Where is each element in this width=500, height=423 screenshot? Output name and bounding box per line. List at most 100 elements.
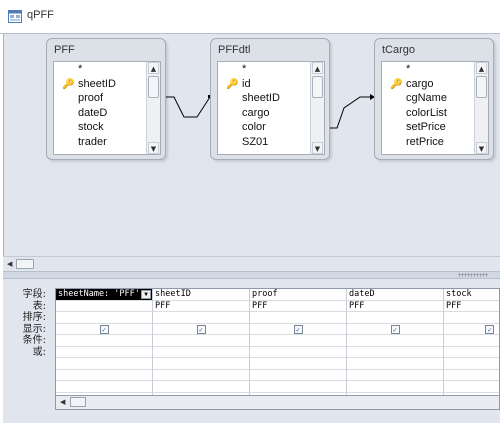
sort-cell[interactable]	[347, 312, 443, 324]
show-cell[interactable]: ✓	[153, 324, 249, 335]
scroll-down-icon[interactable]: ▼	[476, 142, 487, 154]
field-cell[interactable]: sheetName: 'PFF' ▼	[56, 289, 152, 301]
grid-column[interactable]: dateD PFF ✓	[347, 289, 444, 395]
or-cell[interactable]	[153, 347, 249, 358]
table-diagram-pane[interactable]: PFF * 🔑 sheetID proof dateD stock trader …	[3, 34, 500, 256]
field-item[interactable]: *	[218, 62, 324, 77]
scroll-thumb[interactable]	[312, 76, 323, 98]
checkbox-checked-icon[interactable]: ✓	[196, 324, 206, 334]
grid-column[interactable]: sheetName: 'PFF' ▼ ✓	[56, 289, 153, 395]
empty-cell[interactable]	[444, 358, 499, 370]
table-name[interactable]: tCargo	[375, 39, 493, 61]
field-item[interactable]: *	[54, 62, 160, 77]
scroll-left-icon[interactable]: ◀	[7, 259, 16, 269]
criteria-cell[interactable]	[347, 335, 443, 347]
scroll-up-icon[interactable]: ▲	[476, 62, 487, 74]
table-name[interactable]: PFF	[47, 39, 165, 61]
splitter-grip-icon[interactable]	[458, 273, 488, 277]
table-box-tcargo[interactable]: tCargo * 🔑 cargo cgName colorList setPric…	[374, 38, 494, 160]
show-cell[interactable]: ✓	[56, 324, 152, 335]
field-item[interactable]: retPrice	[382, 135, 488, 150]
diagram-horizontal-scrollbar[interactable]: ◀	[3, 256, 500, 271]
empty-cell[interactable]	[250, 370, 346, 381]
or-cell[interactable]	[56, 347, 152, 358]
empty-cell[interactable]	[56, 370, 152, 381]
or-cell[interactable]	[250, 347, 346, 358]
empty-cell[interactable]	[153, 370, 249, 381]
criteria-cell[interactable]	[444, 335, 499, 347]
grid-horizontal-scrollbar[interactable]: ◀	[55, 396, 500, 410]
field-cell[interactable]: dateD	[347, 289, 443, 301]
field-item[interactable]: colorList	[382, 106, 488, 121]
show-cell[interactable]: ✓	[347, 324, 443, 335]
or-cell[interactable]	[444, 347, 499, 358]
scroll-thumb[interactable]	[70, 397, 86, 407]
empty-cell[interactable]	[153, 358, 249, 370]
scroll-up-icon[interactable]: ▲	[312, 62, 323, 74]
field-item[interactable]: SZ01	[218, 135, 324, 150]
criteria-cell[interactable]	[56, 335, 152, 347]
checkbox-checked-icon[interactable]: ✓	[390, 324, 400, 334]
table-cell[interactable]: PFF	[347, 301, 443, 312]
sort-cell[interactable]	[56, 312, 152, 324]
table-cell[interactable]	[56, 301, 152, 312]
empty-cell[interactable]	[56, 358, 152, 370]
field-item[interactable]: color	[218, 120, 324, 135]
field-item[interactable]: stock	[54, 120, 160, 135]
field-list[interactable]: * 🔑 id sheetID cargo color SZ01 ▲ ▼	[217, 61, 325, 155]
dropdown-arrow-icon[interactable]: ▼	[141, 290, 151, 299]
scroll-thumb[interactable]	[16, 259, 34, 269]
field-cell[interactable]: stock	[444, 289, 499, 301]
empty-cell[interactable]	[347, 370, 443, 381]
scroll-down-icon[interactable]: ▼	[148, 142, 159, 154]
query-design-grid[interactable]: sheetName: 'PFF' ▼ ✓ sheetID PFF ✓ proof …	[55, 288, 500, 396]
table-box-pff[interactable]: PFF * 🔑 sheetID proof dateD stock trader …	[46, 38, 166, 160]
field-item[interactable]: trader	[54, 135, 160, 150]
table-name[interactable]: PFFdtl	[211, 39, 329, 61]
or-cell[interactable]	[347, 347, 443, 358]
empty-cell[interactable]	[56, 381, 152, 393]
field-cell[interactable]: sheetID	[153, 289, 249, 301]
field-item[interactable]: proof	[54, 91, 160, 106]
field-item[interactable]: cargo	[218, 106, 324, 121]
field-item[interactable]: sheetID	[218, 91, 324, 106]
empty-cell[interactable]	[444, 381, 499, 393]
empty-cell[interactable]	[347, 381, 443, 393]
scroll-left-icon[interactable]: ◀	[60, 397, 69, 407]
empty-cell[interactable]	[250, 358, 346, 370]
field-item[interactable]: 🔑 sheetID	[54, 77, 160, 92]
field-cell[interactable]: proof	[250, 289, 346, 301]
scroll-down-icon[interactable]: ▼	[312, 142, 323, 154]
grid-column[interactable]: stock PFF ✓	[444, 289, 499, 395]
pane-splitter[interactable]	[3, 271, 500, 279]
criteria-cell[interactable]	[153, 335, 249, 347]
field-item[interactable]: *	[382, 62, 488, 77]
sort-cell[interactable]	[153, 312, 249, 324]
sort-cell[interactable]	[444, 312, 499, 324]
scroll-thumb[interactable]	[148, 76, 159, 98]
sort-cell[interactable]	[250, 312, 346, 324]
field-item[interactable]: 🔑 id	[218, 77, 324, 92]
scroll-up-icon[interactable]: ▲	[148, 62, 159, 74]
field-list[interactable]: * 🔑 sheetID proof dateD stock trader ▲ ▼	[53, 61, 161, 155]
field-item[interactable]: dateD	[54, 106, 160, 121]
table-cell[interactable]: PFF	[444, 301, 499, 312]
checkbox-checked-icon[interactable]: ✓	[99, 324, 109, 334]
empty-cell[interactable]	[250, 381, 346, 393]
field-item[interactable]: cgName	[382, 91, 488, 106]
empty-cell[interactable]	[444, 370, 499, 381]
scroll-thumb[interactable]	[476, 76, 487, 98]
checkbox-checked-icon[interactable]: ✓	[485, 324, 494, 334]
empty-cell[interactable]	[153, 381, 249, 393]
table-cell[interactable]: PFF	[250, 301, 346, 312]
table-box-pffdtl[interactable]: PFFdtl * 🔑 id sheetID cargo color SZ01 ▲ …	[210, 38, 330, 160]
field-item[interactable]: 🔑 cargo	[382, 77, 488, 92]
empty-cell[interactable]	[347, 358, 443, 370]
grid-column[interactable]: proof PFF ✓	[250, 289, 347, 395]
show-cell[interactable]: ✓	[250, 324, 346, 335]
checkbox-checked-icon[interactable]: ✓	[293, 324, 303, 334]
vertical-scrollbar[interactable]: ▲ ▼	[146, 62, 160, 154]
vertical-scrollbar[interactable]: ▲ ▼	[310, 62, 324, 154]
show-cell[interactable]: ✓	[444, 324, 499, 335]
criteria-cell[interactable]	[250, 335, 346, 347]
